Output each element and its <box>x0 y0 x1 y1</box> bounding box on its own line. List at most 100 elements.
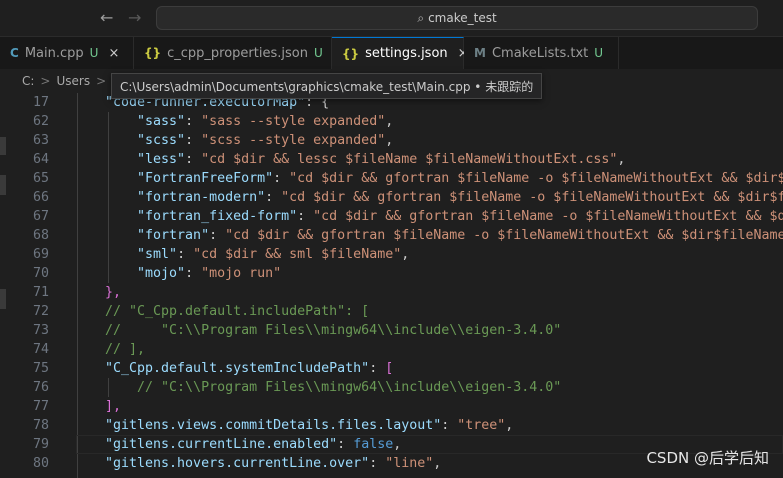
code-line[interactable]: 75 "C_Cpp.default.systemIncludePath": [ <box>0 359 783 378</box>
code-line[interactable]: 66 "fortran-modern": "cd $dir && gfortra… <box>0 188 783 207</box>
code-token: : <box>177 247 194 262</box>
command-center-search[interactable]: ⌕ cmake_test <box>156 6 758 30</box>
code-token: , <box>617 152 626 167</box>
code-token: "mojo run" <box>201 266 282 281</box>
line-number: 74 <box>32 342 49 357</box>
code-line[interactable]: 68 "fortran": "cd $dir && gfortran $file… <box>0 226 783 245</box>
code-text: "mojo": "mojo run" <box>105 264 281 283</box>
code-token: "cd $dir && gfortran $fileName -o $fileN… <box>289 171 783 186</box>
code-line[interactable]: 64 "less": "cd $dir && lessc $fileName $… <box>0 150 783 169</box>
search-icon: ⌕ <box>417 10 425 25</box>
code-token: "cd $dir && gfortran $fileName -o $fileN… <box>281 190 783 205</box>
tab-label: Main.cpp <box>24 45 84 61</box>
code-token: "sml" <box>105 247 178 262</box>
code-text: "sml": "cd $dir && sml $fileName", <box>105 245 409 264</box>
code-token: : <box>273 171 290 186</box>
code-token: "sass --style expanded" <box>201 114 386 129</box>
line-number: 68 <box>32 228 49 243</box>
code-token: : <box>185 152 202 167</box>
c-file-icon: C <box>10 46 19 60</box>
code-token: // ], <box>105 342 146 357</box>
tab-settings-json[interactable]: {} settings.json × <box>332 37 469 69</box>
code-editor[interactable]: 17 "code-runner.executorMap": {62 "sass":… <box>0 93 783 478</box>
chevron-right-icon: > <box>40 74 51 88</box>
line-number: 71 <box>32 285 49 300</box>
line-number: 67 <box>32 209 49 224</box>
breadcrumb-item-users[interactable]: Users <box>56 74 90 88</box>
line-number: 72 <box>32 304 49 319</box>
code-token: , <box>401 247 410 262</box>
code-text: ], <box>105 397 121 416</box>
watermark: CSDN @后学后知 <box>646 449 769 467</box>
code-token: ], <box>105 399 122 414</box>
json-file-icon: {} <box>144 46 162 60</box>
code-text: // "C:\\Program Files\\mingw64\\include\… <box>105 321 561 340</box>
code-token: , <box>393 437 402 452</box>
code-text: "sass": "sass --style expanded", <box>105 112 393 131</box>
code-line[interactable]: 63 "scss": "scss --style expanded", <box>0 131 783 150</box>
line-number: 62 <box>32 114 49 129</box>
tab-main-cpp[interactable]: C Main.cpp U × <box>0 37 134 69</box>
line-number: 80 <box>32 456 49 471</box>
code-line[interactable]: 77], <box>0 397 783 416</box>
line-number: 79 <box>32 437 49 452</box>
line-number: 76 <box>32 380 49 395</box>
line-number: 69 <box>32 247 49 262</box>
code-text: "scss": "scss --style expanded", <box>105 131 393 150</box>
code-token: "cd $dir && gfortran $fileName -o $fileN… <box>313 209 783 224</box>
untracked-badge: U <box>89 46 99 60</box>
code-token: "fortran_fixed-form" <box>105 209 298 224</box>
code-line[interactable]: 73 // "C:\\Program Files\\mingw64\\includ… <box>0 321 783 340</box>
tab-c-cpp-properties[interactable]: {} c_cpp_properties.json U <box>134 37 332 69</box>
line-number: 63 <box>32 133 49 148</box>
close-icon[interactable]: × <box>108 46 119 61</box>
code-token: "cd $dir && sml $fileName" <box>193 247 402 262</box>
line-number: 75 <box>32 361 49 376</box>
code-line[interactable]: 69 "sml": "cd $dir && sml $fileName", <box>0 245 783 264</box>
code-token: "scss --style expanded" <box>201 133 386 148</box>
code-token: : <box>265 190 282 205</box>
code-token: // "C:\\Program Files\\mingw64\\include\… <box>105 380 562 395</box>
line-number: 70 <box>32 266 49 281</box>
code-line[interactable]: 62 "sass": "sass --style expanded", <box>0 112 783 131</box>
code-line[interactable]: 78 "gitlens.views.commitDetails.files.lay… <box>0 416 783 435</box>
title-bar: ← → ⌕ cmake_test <box>0 0 783 37</box>
code-token: , <box>385 133 394 148</box>
code-token: }, <box>105 285 122 300</box>
code-text: // "C:\\Program Files\\mingw64\\include\… <box>105 378 561 397</box>
code-token: "scss" <box>105 133 186 148</box>
breadcrumb-item-drive[interactable]: C: <box>22 74 34 88</box>
untracked-badge: U <box>594 46 604 60</box>
code-line[interactable]: 74 // ], <box>0 340 783 359</box>
line-number: 66 <box>32 190 49 205</box>
code-line[interactable]: 67 "fortran_fixed-form": "cd $dir && gfo… <box>0 207 783 226</box>
code-line[interactable]: 76 // "C:\\Program Files\\mingw64\\inclu… <box>0 378 783 397</box>
code-token: false <box>353 437 394 452</box>
code-text: "fortran": "cd $dir && gfortran $fileNam… <box>105 226 783 245</box>
line-number: 78 <box>32 418 49 433</box>
forward-arrow-icon[interactable]: → <box>128 8 141 28</box>
chevron-right-icon: > <box>96 74 107 88</box>
code-token: "fortran" <box>105 228 210 243</box>
code-token: : <box>185 133 202 148</box>
code-token: // "C:\\Program Files\\mingw64\\include\… <box>105 323 562 338</box>
code-token: : <box>297 209 314 224</box>
code-line[interactable]: 65 "FortranFreeForm": "cd $dir && gfortr… <box>0 169 783 188</box>
code-line[interactable]: 70 "mojo": "mojo run" <box>0 264 783 283</box>
code-token: "fortran-modern" <box>105 190 266 205</box>
code-line[interactable]: 71}, <box>0 283 783 302</box>
code-token: : <box>441 418 458 433</box>
code-token: : <box>369 456 386 471</box>
code-token: // "C_Cpp.default.includePath": [ <box>105 304 370 319</box>
tab-cmakelists[interactable]: M CmakeLists.txt U <box>464 37 619 69</box>
code-text: "less": "cd $dir && lessc $fileName $fil… <box>105 150 625 169</box>
code-text: "gitlens.hovers.currentLine.over": "line… <box>105 454 441 473</box>
code-token: "gitlens.currentLine.enabled" <box>105 437 338 452</box>
workspace-name: cmake_test <box>428 11 497 25</box>
code-line[interactable]: 72 // "C_Cpp.default.includePath": [ <box>0 302 783 321</box>
code-text: "fortran_fixed-form": "cd $dir && gfortr… <box>105 207 783 226</box>
back-arrow-icon[interactable]: ← <box>100 8 113 28</box>
code-token: [ <box>385 361 394 376</box>
code-text: "fortran-modern": "cd $dir && gfortran $… <box>105 188 783 207</box>
code-token: "sass" <box>105 114 186 129</box>
